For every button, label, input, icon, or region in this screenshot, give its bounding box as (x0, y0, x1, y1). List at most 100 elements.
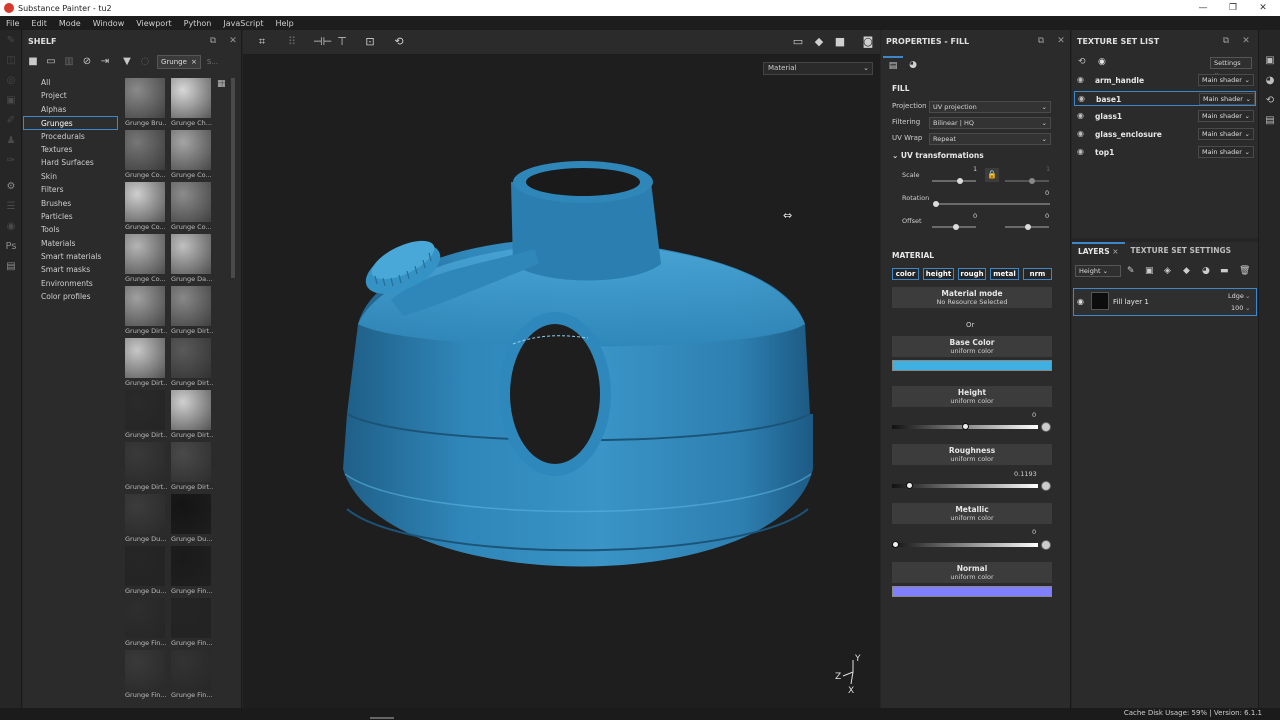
resource-thumbnail[interactable]: Grunge Dirt... (171, 442, 213, 494)
export-icon[interactable]: ▤ (0, 256, 22, 276)
category-item[interactable]: Smart masks (23, 263, 118, 276)
resource-thumbnail[interactable]: Grunge Fin... (125, 650, 167, 702)
visibility-icon[interactable]: ◉ (1077, 75, 1084, 84)
resource-thumbnail[interactable]: Grunge Du... (125, 546, 167, 598)
material-mode-button[interactable]: Material mode No Resource Selected (892, 287, 1052, 308)
visibility-icon[interactable]: ◉ (1098, 57, 1106, 67)
resource-thumbnail[interactable]: Grunge Co... (125, 130, 167, 182)
height-knob[interactable] (962, 423, 969, 430)
opacity-caret-icon[interactable]: ⌄ (1245, 304, 1250, 312)
tab-texture-set-settings[interactable]: TEXTURE SET SETTINGS (1125, 242, 1238, 260)
scale-slider-a[interactable] (932, 180, 976, 182)
shader-select[interactable]: Main shader ⌄ (1198, 146, 1254, 158)
roughness-block[interactable]: Roughness uniform color (892, 444, 1052, 465)
resource-thumbnail[interactable]: Grunge Du... (171, 494, 213, 546)
viewport-canvas[interactable]: Material ⌄ Y Z X ⇔ (243, 54, 880, 708)
resource-thumbnail[interactable]: Grunge Dirt... (125, 338, 167, 390)
resource-thumbnail[interactable]: Grunge Fin... (125, 598, 167, 650)
scale-slider-b[interactable] (1005, 180, 1049, 182)
resource-thumbnail[interactable]: Grunge Dirt... (171, 390, 213, 442)
float-panel-icon[interactable]: ⧉ (207, 35, 219, 47)
metallic-knob[interactable] (892, 541, 899, 548)
lock-scale-icon[interactable]: 🔒 (985, 168, 999, 182)
resource-thumbnail[interactable]: Grunge Dirt... (125, 286, 167, 338)
roughness-knob[interactable] (906, 482, 913, 489)
category-item[interactable]: Skin (23, 170, 118, 183)
close-panel-icon[interactable]: ✕ (1055, 35, 1067, 47)
texture-set-row[interactable]: ◉ glass1 Main shader ⌄ (1074, 109, 1256, 124)
layer-name[interactable]: Fill layer 1 (1113, 298, 1149, 306)
category-item[interactable]: Alphas (23, 103, 118, 116)
settings-icon[interactable]: ⚙ (0, 176, 22, 196)
category-item[interactable]: Color profiles (23, 290, 118, 303)
polygon-fill-icon[interactable]: ⌗ (255, 35, 269, 49)
close-window-icon[interactable]: ✕ (1248, 0, 1278, 16)
clone-icon[interactable]: ♟ (0, 130, 22, 150)
scale-knob-b[interactable] (1029, 178, 1035, 184)
height-picker-icon[interactable] (1041, 422, 1051, 432)
tab-material-ball[interactable]: ◕ (903, 56, 923, 74)
screen-icon[interactable]: ▭ (791, 35, 805, 49)
menu-edit[interactable]: Edit (25, 19, 53, 28)
channel-height-button[interactable]: height (923, 268, 954, 280)
display-settings-icon[interactable]: ◕ (1259, 70, 1280, 90)
link-icon[interactable]: ⟲ (1078, 57, 1086, 67)
category-item[interactable]: Smart materials (23, 250, 118, 263)
channel-rough-button[interactable]: rough (958, 268, 986, 280)
menu-viewport[interactable]: Viewport (130, 19, 177, 28)
texture-set-row[interactable]: ◉ glass_enclosure Main shader ⌄ (1074, 127, 1256, 142)
resource-thumbnail[interactable]: Grunge Dirt... (125, 442, 167, 494)
layer-row[interactable]: ◉ Fill layer 1 Ldge ⌄ 100 ⌄ (1073, 288, 1257, 316)
material-picker-icon[interactable]: ✑ (0, 150, 22, 170)
layer-visibility-icon[interactable]: ◉ (1077, 297, 1084, 306)
symmetry-icon[interactable]: ⊣⊢ (313, 35, 332, 49)
normal-block[interactable]: Normal uniform color (892, 562, 1052, 583)
category-item[interactable]: Particles (23, 210, 118, 223)
blend-mode-select[interactable]: Ldge (1228, 292, 1244, 300)
menu-window[interactable]: Window (87, 19, 131, 28)
close-panel-icon[interactable]: ✕ (1240, 35, 1252, 47)
menu-mode[interactable]: Mode (53, 19, 87, 28)
rotation-knob[interactable] (933, 201, 939, 207)
add-paint-layer-icon[interactable]: ◕ (1202, 266, 1210, 276)
roughness-picker-icon[interactable] (1041, 481, 1051, 491)
refresh-icon[interactable]: ◌ (139, 56, 151, 68)
rotation-slider[interactable] (936, 203, 1050, 205)
add-folder-icon[interactable]: ▬ (1220, 266, 1229, 276)
shader-select[interactable]: Main shader ⌄ (1198, 128, 1254, 140)
maximize-icon[interactable]: ❐ (1218, 0, 1248, 16)
channel-nrm-button[interactable]: nrm (1023, 268, 1052, 280)
resource-thumbnail[interactable]: Grunge Fin... (171, 546, 213, 598)
visibility-icon[interactable]: ◉ (1077, 111, 1084, 120)
search-input[interactable]: S... (207, 58, 218, 66)
close-layers-tab-icon[interactable]: × (1112, 247, 1118, 256)
resource-thumbnail[interactable]: Grunge Fin... (171, 598, 213, 650)
minimize-icon[interactable]: — (1188, 0, 1218, 16)
channel-color-button[interactable]: color (892, 268, 919, 280)
texture-set-row[interactable]: ◉ base1 Main shader ⌄ (1074, 91, 1256, 106)
visibility-icon[interactable]: ◉ (1077, 129, 1084, 138)
photoshop-export-icon[interactable]: Ps (0, 236, 22, 256)
metallic-picker-icon[interactable] (1041, 540, 1051, 550)
uv-transform-toggle[interactable]: ⌄ UV transformations (892, 151, 984, 160)
new-item-icon[interactable]: ▭ (45, 56, 57, 68)
tab-properties[interactable]: ▤ (883, 56, 903, 74)
resource-thumbnail[interactable]: Grunge Co... (125, 182, 167, 234)
search-filter-chip[interactable]: Grunge × (157, 55, 201, 69)
resource-thumbnail[interactable]: Grunge Dirt... (171, 338, 213, 390)
close-panel-icon[interactable]: ✕ (227, 35, 239, 47)
category-item[interactable]: Grunges (23, 116, 118, 130)
metallic-slider[interactable] (892, 543, 1038, 547)
bake-icon[interactable]: ☰ (0, 196, 22, 216)
menu-file[interactable]: File (0, 19, 25, 28)
shader-select[interactable]: Main shader ⌄ (1198, 74, 1254, 86)
category-item[interactable]: Filters (23, 183, 118, 196)
filtering-select[interactable]: Bilinear | HQ ⌄ (929, 117, 1051, 129)
category-item[interactable]: Hard Surfaces (23, 156, 118, 169)
menu-python[interactable]: Python (178, 19, 218, 28)
history-panel-icon[interactable]: ⟲ (1259, 90, 1280, 110)
texture-set-row[interactable]: ◉ arm_handle Main shader ⌄ (1074, 73, 1256, 88)
geometry-mask-icon[interactable]: ▣ (0, 90, 22, 110)
menu-javascript[interactable]: JavaScript (217, 19, 269, 28)
height-block[interactable]: Height uniform color (892, 386, 1052, 407)
